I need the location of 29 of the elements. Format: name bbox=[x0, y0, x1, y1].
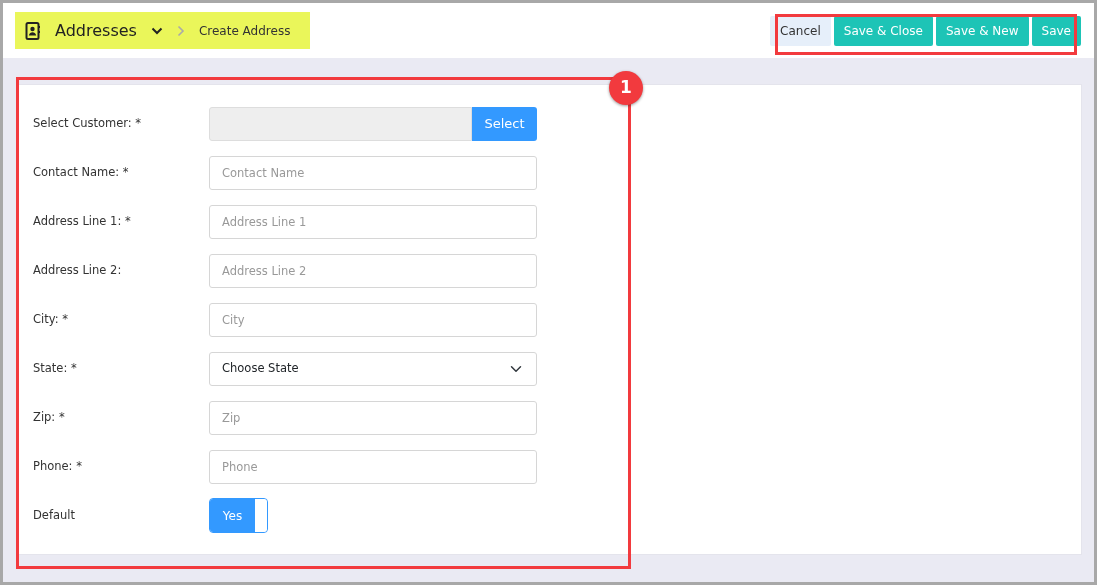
breadcrumb-current: Create Address bbox=[198, 22, 291, 40]
contact-book-icon bbox=[25, 21, 41, 40]
page-title[interactable]: Addresses bbox=[55, 18, 137, 43]
field-label: Phone: * bbox=[33, 459, 82, 474]
input-field[interactable]: Zip bbox=[209, 400, 537, 435]
save-button[interactable]: Save bbox=[1031, 15, 1081, 46]
input-field[interactable]: Address Line 1 bbox=[209, 204, 537, 239]
field-label: Address Line 2: bbox=[33, 263, 122, 278]
save-button[interactable]: Save & Close bbox=[833, 15, 933, 46]
input-field[interactable]: Contact Name bbox=[209, 155, 537, 190]
cancel-button[interactable]: Cancel bbox=[770, 15, 831, 46]
input-field[interactable]: Phone bbox=[209, 449, 537, 484]
default-toggle[interactable]: Yes bbox=[209, 498, 268, 533]
input-field[interactable]: Address Line 2 bbox=[209, 253, 537, 288]
field-label: State: * bbox=[33, 361, 77, 376]
field-label: Address Line 1: * bbox=[33, 214, 131, 229]
step-badge: 1 bbox=[609, 71, 643, 105]
customer-field[interactable] bbox=[209, 106, 472, 141]
chevron-down-icon[interactable] bbox=[150, 26, 163, 35]
save-button[interactable]: Save & New bbox=[935, 15, 1029, 46]
field-label: Zip: * bbox=[33, 410, 65, 425]
input-field[interactable]: City bbox=[209, 302, 537, 337]
field-label: Select Customer: * bbox=[33, 116, 142, 131]
field-label: Default bbox=[33, 508, 76, 523]
field-label: Contact Name: * bbox=[33, 165, 129, 180]
chevron-right-icon bbox=[176, 24, 185, 37]
select-button[interactable]: Select bbox=[472, 106, 537, 141]
state-dropdown[interactable]: Choose State bbox=[209, 351, 537, 386]
field-label: City: * bbox=[33, 312, 68, 327]
